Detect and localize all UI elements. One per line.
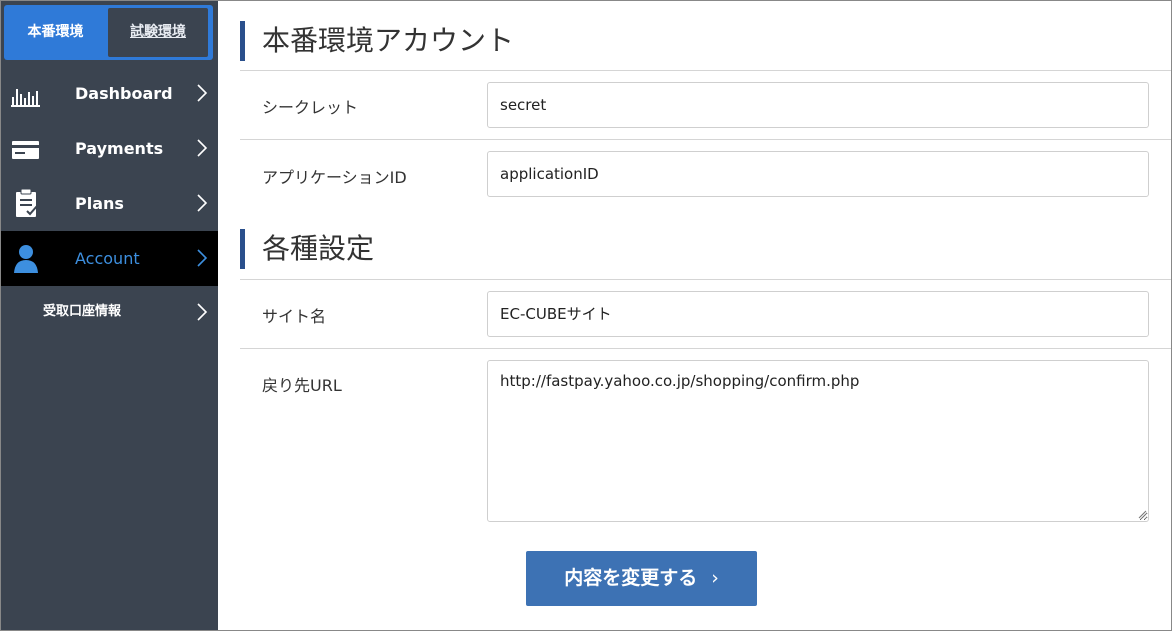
site-name-label: サイト名 [262, 307, 327, 326]
tab-production[interactable]: 本番環境 [4, 5, 107, 60]
sidebar-item-payments[interactable]: Payments [1, 121, 218, 176]
return-url-textarea[interactable]: http://fastpay.yahoo.co.jp/shopping/conf… [487, 360, 1149, 522]
divider [240, 139, 1171, 140]
resize-grip-icon[interactable] [1138, 510, 1147, 519]
credit-card-icon [12, 141, 39, 159]
sidebar: 本番環境 試験環境 Dashboard Payments Plans Accou… [1, 1, 218, 630]
chevron-right-icon [197, 249, 208, 267]
divider [240, 348, 1171, 349]
site-name-field[interactable]: EC-CUBEサイト [487, 291, 1149, 337]
sidebar-item-label: Plans [75, 194, 124, 213]
divider [240, 70, 1171, 71]
sidebar-subitem-label: 受取口座情報 [43, 304, 122, 319]
secret-label: シークレット [262, 98, 359, 117]
update-button[interactable]: 内容を変更する › [526, 551, 757, 606]
sidebar-subitem-bank-account[interactable]: 受取口座情報 [1, 286, 218, 338]
sidebar-item-plans[interactable]: Plans [1, 176, 218, 231]
sidebar-item-account[interactable]: Account [1, 231, 218, 286]
chevron-right-icon [197, 84, 208, 102]
bar-chart-icon [11, 89, 40, 107]
chevron-right-icon [197, 139, 208, 157]
main-content: 本番環境アカウント シークレット secret アプリケーションID appli… [218, 1, 1171, 630]
chevron-right-icon [197, 194, 208, 212]
application-id-field[interactable]: applicationID [487, 151, 1149, 197]
tab-test[interactable]: 試験環境 [108, 8, 208, 57]
update-button-label: 内容を変更する [564, 567, 698, 589]
return-url-label: 戻り先URL [262, 376, 342, 395]
chevron-right-icon [197, 303, 208, 321]
sidebar-item-dashboard[interactable]: Dashboard [1, 66, 218, 121]
sidebar-item-label: Account [75, 249, 140, 268]
sidebar-item-label: Dashboard [75, 84, 173, 103]
application-id-label: アプリケーションID [262, 168, 407, 187]
clipboard-icon [16, 189, 38, 217]
section-title-settings: 各種設定 [240, 229, 374, 269]
user-icon [14, 245, 38, 273]
section-title-production-account: 本番環境アカウント [240, 21, 514, 61]
divider [240, 279, 1171, 280]
environment-switch: 本番環境 試験環境 [4, 5, 213, 60]
chevron-right-icon: › [711, 567, 719, 589]
sidebar-item-label: Payments [75, 139, 164, 158]
secret-field[interactable]: secret [487, 82, 1149, 128]
